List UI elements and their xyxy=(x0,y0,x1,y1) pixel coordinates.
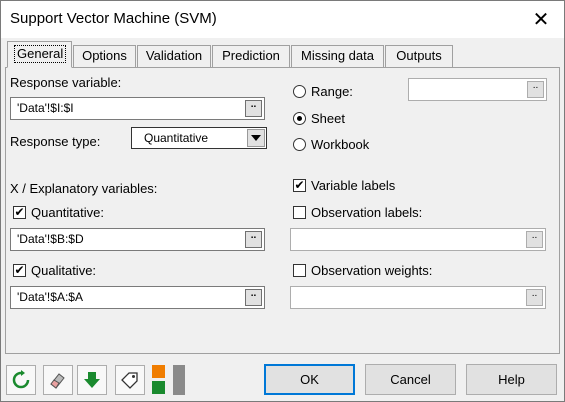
workbook-radio[interactable] xyxy=(293,138,306,151)
checkmark-icon: ✔ xyxy=(14,205,25,219)
range-field[interactable]: .. xyxy=(408,78,547,101)
display-options-icon[interactable] xyxy=(152,365,166,395)
variable-labels-checkbox[interactable]: ✔ xyxy=(293,179,306,192)
workbook-radio-label: Workbook xyxy=(311,137,370,152)
qualitative-field[interactable]: 'Data'!$A:$A .. xyxy=(10,286,265,309)
checkmark-icon: ✔ xyxy=(14,263,25,277)
quantitative-select-button[interactable]: .. xyxy=(245,231,262,248)
x-variables-label: X / Explanatory variables: xyxy=(10,181,158,196)
ok-button[interactable]: OK xyxy=(264,364,355,395)
cancel-button[interactable]: Cancel xyxy=(365,364,456,395)
chevron-down-icon xyxy=(247,129,265,147)
response-type-label: Response type: xyxy=(10,134,101,149)
observation-weights-select-button[interactable]: .. xyxy=(526,289,543,306)
arrow-down-icon xyxy=(84,372,100,388)
range-radio-label: Range: xyxy=(311,84,353,99)
reset-button[interactable] xyxy=(6,365,36,395)
range-select-button[interactable]: .. xyxy=(527,81,544,98)
quantitative-field[interactable]: 'Data'!$B:$D .. xyxy=(10,228,265,251)
help-button[interactable]: Help xyxy=(466,364,557,395)
refresh-icon xyxy=(12,370,30,389)
tab-validation[interactable]: Validation xyxy=(137,45,211,67)
observation-labels-field[interactable]: .. xyxy=(290,228,546,251)
observation-labels-select-button[interactable]: .. xyxy=(526,231,543,248)
qualitative-label: Qualitative: xyxy=(31,263,97,278)
range-radio[interactable] xyxy=(293,85,306,98)
response-variable-label: Response variable: xyxy=(10,75,122,90)
tab-outputs[interactable]: Outputs xyxy=(385,45,453,67)
response-type-select[interactable]: Quantitative xyxy=(131,127,267,149)
general-panel: Response variable: 'Data'!$I:$I .. Respo… xyxy=(5,67,560,354)
tab-missing-data[interactable]: Missing data xyxy=(291,45,384,67)
variable-labels-label: Variable labels xyxy=(311,178,396,193)
svm-dialog: Support Vector Machine (SVM) ✕ General O… xyxy=(0,0,565,402)
bottom-bar: OK Cancel Help xyxy=(1,360,564,401)
sheet-radio[interactable] xyxy=(293,112,306,125)
tag-icon xyxy=(121,372,138,389)
gray-bar-icon xyxy=(173,365,185,395)
options-button[interactable] xyxy=(115,365,145,395)
window-title: Support Vector Machine (SVM) xyxy=(10,10,217,27)
tab-options[interactable]: Options xyxy=(73,45,136,67)
observation-labels-checkbox[interactable] xyxy=(293,206,306,219)
qualitative-checkbox[interactable]: ✔ xyxy=(13,264,26,277)
load-button[interactable] xyxy=(77,365,107,395)
response-variable-select-button[interactable]: .. xyxy=(245,100,262,117)
close-icon: ✕ xyxy=(532,9,550,31)
response-variable-field[interactable]: 'Data'!$I:$I .. xyxy=(10,97,265,120)
observation-weights-field[interactable]: .. xyxy=(290,286,546,309)
eraser-icon xyxy=(50,373,65,389)
green-square-icon xyxy=(152,381,165,394)
quantitative-checkbox[interactable]: ✔ xyxy=(13,206,26,219)
title-bar: Support Vector Machine (SVM) ✕ xyxy=(1,1,564,38)
observation-weights-label: Observation weights: xyxy=(311,263,433,278)
close-button[interactable]: ✕ xyxy=(518,1,564,38)
quantitative-label: Quantitative: xyxy=(31,205,104,220)
tab-general[interactable]: General xyxy=(7,41,72,68)
orange-square-icon xyxy=(152,365,165,378)
clear-button[interactable] xyxy=(43,365,73,395)
observation-weights-checkbox[interactable] xyxy=(293,264,306,277)
observation-labels-label: Observation labels: xyxy=(311,205,423,220)
checkmark-icon: ✔ xyxy=(294,178,305,192)
qualitative-select-button[interactable]: .. xyxy=(245,289,262,306)
sheet-radio-label: Sheet xyxy=(311,111,345,126)
tab-prediction[interactable]: Prediction xyxy=(212,45,290,67)
